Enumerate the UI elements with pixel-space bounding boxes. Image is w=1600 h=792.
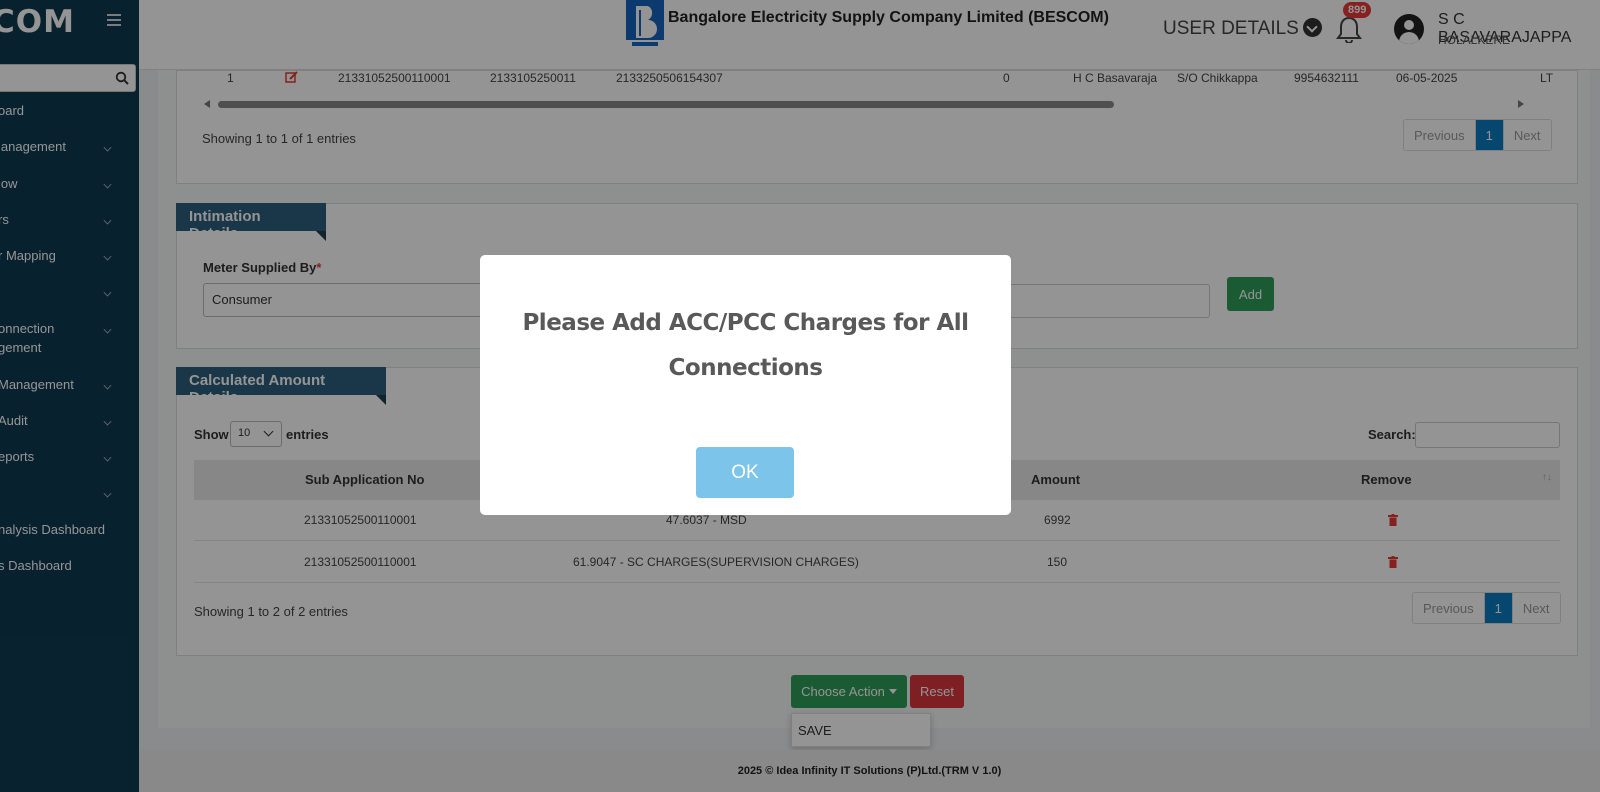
alert-modal: Please Add ACC/PCC Charges for All Conne… <box>480 255 1011 515</box>
modal-message: Please Add ACC/PCC Charges for All Conne… <box>522 310 969 381</box>
ok-button[interactable]: OK <box>696 447 794 498</box>
